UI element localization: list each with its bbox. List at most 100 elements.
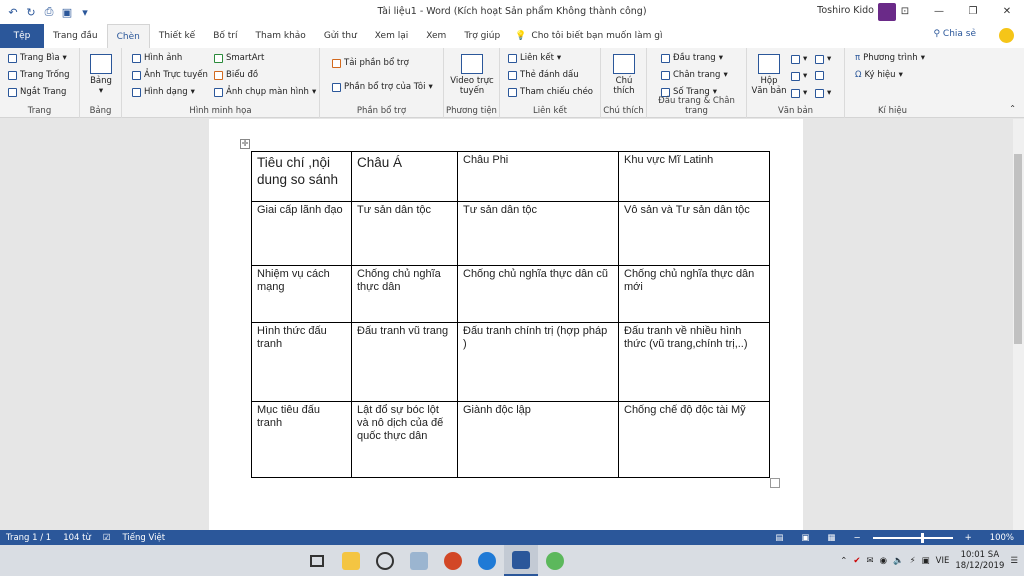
- table-cell[interactable]: Giành độc lập: [457, 401, 619, 478]
- tab-review[interactable]: Xem lại: [366, 24, 417, 48]
- equation-button[interactable]: π Phương trình ▾: [855, 53, 925, 63]
- action-center-icon[interactable]: ☰: [1010, 556, 1018, 566]
- table-cell[interactable]: Đấu tranh về nhiều hình thức (vũ trang,c…: [618, 322, 770, 402]
- table-cell[interactable]: Tiêu chí ,nội dung so sánh: [251, 151, 352, 202]
- volume-icon[interactable]: 🔈: [893, 556, 904, 566]
- feedback-smiley-icon[interactable]: [999, 28, 1014, 43]
- tab-view[interactable]: Xem: [417, 24, 455, 48]
- table-cell[interactable]: Đấu tranh vũ trang: [351, 322, 458, 402]
- zoom-slider-knob[interactable]: [920, 532, 924, 543]
- notification-app-icon[interactable]: ◉: [880, 556, 887, 566]
- page-break-button[interactable]: Ngắt Trang: [8, 87, 66, 97]
- language-indicator[interactable]: Tiếng Việt: [123, 533, 166, 543]
- table-move-handle-icon[interactable]: ✛: [240, 139, 250, 149]
- shapes-button[interactable]: Hình dạng ▾: [132, 87, 195, 97]
- tab-insert[interactable]: Chèn: [106, 24, 150, 48]
- table-cell[interactable]: Chống chủ nghĩa thực dân: [351, 265, 458, 323]
- redo-icon[interactable]: ↻: [24, 6, 38, 19]
- pictures-button[interactable]: Hình ảnh: [132, 53, 182, 63]
- blank-page-button[interactable]: Trang Trống: [8, 70, 70, 80]
- photos-icon[interactable]: [402, 545, 436, 576]
- table-resize-handle[interactable]: [770, 478, 780, 488]
- symbol-button[interactable]: Ω Ký hiệu ▾: [855, 70, 903, 80]
- zoom-in-icon[interactable]: +: [965, 533, 972, 543]
- table-cell[interactable]: Nhiệm vụ cách mạng: [251, 265, 352, 323]
- cover-page-button[interactable]: Trang Bìa ▾: [8, 53, 67, 63]
- header-button[interactable]: Đầu trang ▾: [661, 53, 723, 63]
- table-button[interactable]: Bảng ▾: [88, 54, 114, 96]
- table-cell[interactable]: Vô sản và Tư sản dân tộc: [618, 201, 770, 266]
- textbox-button[interactable]: Hộp Văn bản: [751, 54, 787, 96]
- antivirus-icon[interactable]: ✔: [853, 556, 860, 566]
- tab-references[interactable]: Tham khảo: [247, 24, 315, 48]
- zoom-slider[interactable]: [872, 532, 953, 543]
- print-layout-icon[interactable]: ▣: [801, 533, 809, 543]
- table-cell[interactable]: Tư sản dân tộc: [351, 201, 458, 266]
- object-button[interactable]: ▾: [815, 88, 831, 98]
- network-icon[interactable]: ▣: [922, 556, 930, 566]
- screenshot-button[interactable]: Ảnh chụp màn hình ▾: [214, 87, 316, 97]
- scrollbar-thumb[interactable]: [1014, 154, 1022, 344]
- print-preview-icon[interactable]: ⎙: [42, 5, 56, 19]
- save-icon[interactable]: ▣: [60, 6, 74, 19]
- word-icon[interactable]: [504, 545, 538, 576]
- table-cell[interactable]: Mục tiêu đấu tranh: [251, 401, 352, 478]
- chart-button[interactable]: Biểu đồ: [214, 70, 258, 80]
- tab-help[interactable]: Trợ giúp: [455, 24, 509, 48]
- proofing-icon[interactable]: ☑: [103, 533, 111, 543]
- share-button[interactable]: ⚲ Chia sẻ: [933, 29, 976, 39]
- zoom-out-icon[interactable]: −: [853, 533, 860, 543]
- restore-button[interactable]: ❐: [956, 0, 990, 24]
- tab-file[interactable]: Tệp: [0, 24, 44, 48]
- online-pictures-button[interactable]: Ảnh Trực tuyến: [132, 70, 208, 80]
- wordart-button[interactable]: ▾: [791, 71, 807, 81]
- comment-button[interactable]: Chú thích: [607, 54, 641, 96]
- page-count[interactable]: Trang 1 / 1: [6, 533, 51, 543]
- clock[interactable]: 10:01 SA 18/12/2019: [955, 550, 1004, 572]
- table-cell[interactable]: Chống chủ nghĩa thực dân mới: [618, 265, 770, 323]
- table-cell[interactable]: Giai cấp lãnh đạo: [251, 201, 352, 266]
- power-icon[interactable]: ⚡: [910, 556, 916, 566]
- cross-reference-button[interactable]: Tham chiếu chéo: [508, 87, 593, 97]
- table-cell[interactable]: Tư sản dân tộc: [457, 201, 619, 266]
- mail-icon[interactable]: ✉: [867, 556, 874, 566]
- web-layout-icon[interactable]: ▦: [827, 533, 835, 543]
- close-button[interactable]: ✕: [990, 0, 1024, 24]
- vertical-scrollbar[interactable]: [1013, 119, 1024, 530]
- table-cell[interactable]: Đấu tranh chính trị (hợp pháp ): [457, 322, 619, 402]
- coccoc-icon[interactable]: [538, 545, 572, 576]
- word-count[interactable]: 104 từ: [63, 533, 91, 543]
- tab-mailings[interactable]: Gửi thư: [315, 24, 366, 48]
- quick-parts-button[interactable]: ▾: [791, 54, 807, 64]
- undo-icon[interactable]: ↶: [6, 6, 20, 19]
- tab-layout[interactable]: Bố trí: [204, 24, 246, 48]
- tell-me-box[interactable]: 💡 Cho tôi biết bạn muốn làm gì: [509, 31, 662, 41]
- ribbon-display-options-icon[interactable]: ⊡: [888, 0, 922, 24]
- minimize-button[interactable]: —: [922, 0, 956, 24]
- smartart-button[interactable]: SmartArt: [214, 53, 264, 63]
- bookmark-button[interactable]: Thẻ đánh dấu: [508, 70, 579, 80]
- table-cell[interactable]: Hình thức đấu tranh: [251, 322, 352, 402]
- table-cell[interactable]: Châu Phi: [457, 151, 619, 202]
- online-video-button[interactable]: Video trực tuyến: [448, 54, 496, 96]
- table-cell[interactable]: Khu vực Mĩ Latinh: [618, 151, 770, 202]
- collapse-ribbon-icon[interactable]: ⌃: [1009, 104, 1016, 113]
- language-tray[interactable]: VIE: [936, 556, 950, 566]
- customize-qat-icon[interactable]: ▾: [78, 6, 92, 19]
- table-cell[interactable]: Chống chủ nghĩa thực dân cũ: [457, 265, 619, 323]
- zoom-level[interactable]: 100%: [990, 533, 1014, 543]
- my-addins-button[interactable]: Phần bổ trợ của Tôi ▾: [332, 82, 433, 92]
- media-player-icon[interactable]: [368, 545, 402, 576]
- table-cell[interactable]: Lật đổ sự bóc lột và nô dịch của đế quốc…: [351, 401, 458, 478]
- table-cell[interactable]: Chống chế độ độc tài Mỹ: [618, 401, 770, 478]
- table-cell[interactable]: Châu Á: [351, 151, 458, 202]
- user-name[interactable]: Toshiro Kido: [817, 5, 874, 16]
- comparison-table[interactable]: Tiêu chí ,nội dung so sánh Châu Á Châu P…: [251, 151, 770, 478]
- get-addins-button[interactable]: Tải phần bổ trợ: [332, 58, 409, 68]
- show-hidden-icons-icon[interactable]: ⌃: [840, 556, 847, 566]
- footer-button[interactable]: Chân trang ▾: [661, 70, 728, 80]
- date-time-button[interactable]: [815, 71, 824, 80]
- drop-cap-button[interactable]: ▾: [791, 88, 807, 98]
- link-button[interactable]: Liên kết ▾: [508, 53, 561, 63]
- read-mode-icon[interactable]: ▤: [775, 533, 783, 543]
